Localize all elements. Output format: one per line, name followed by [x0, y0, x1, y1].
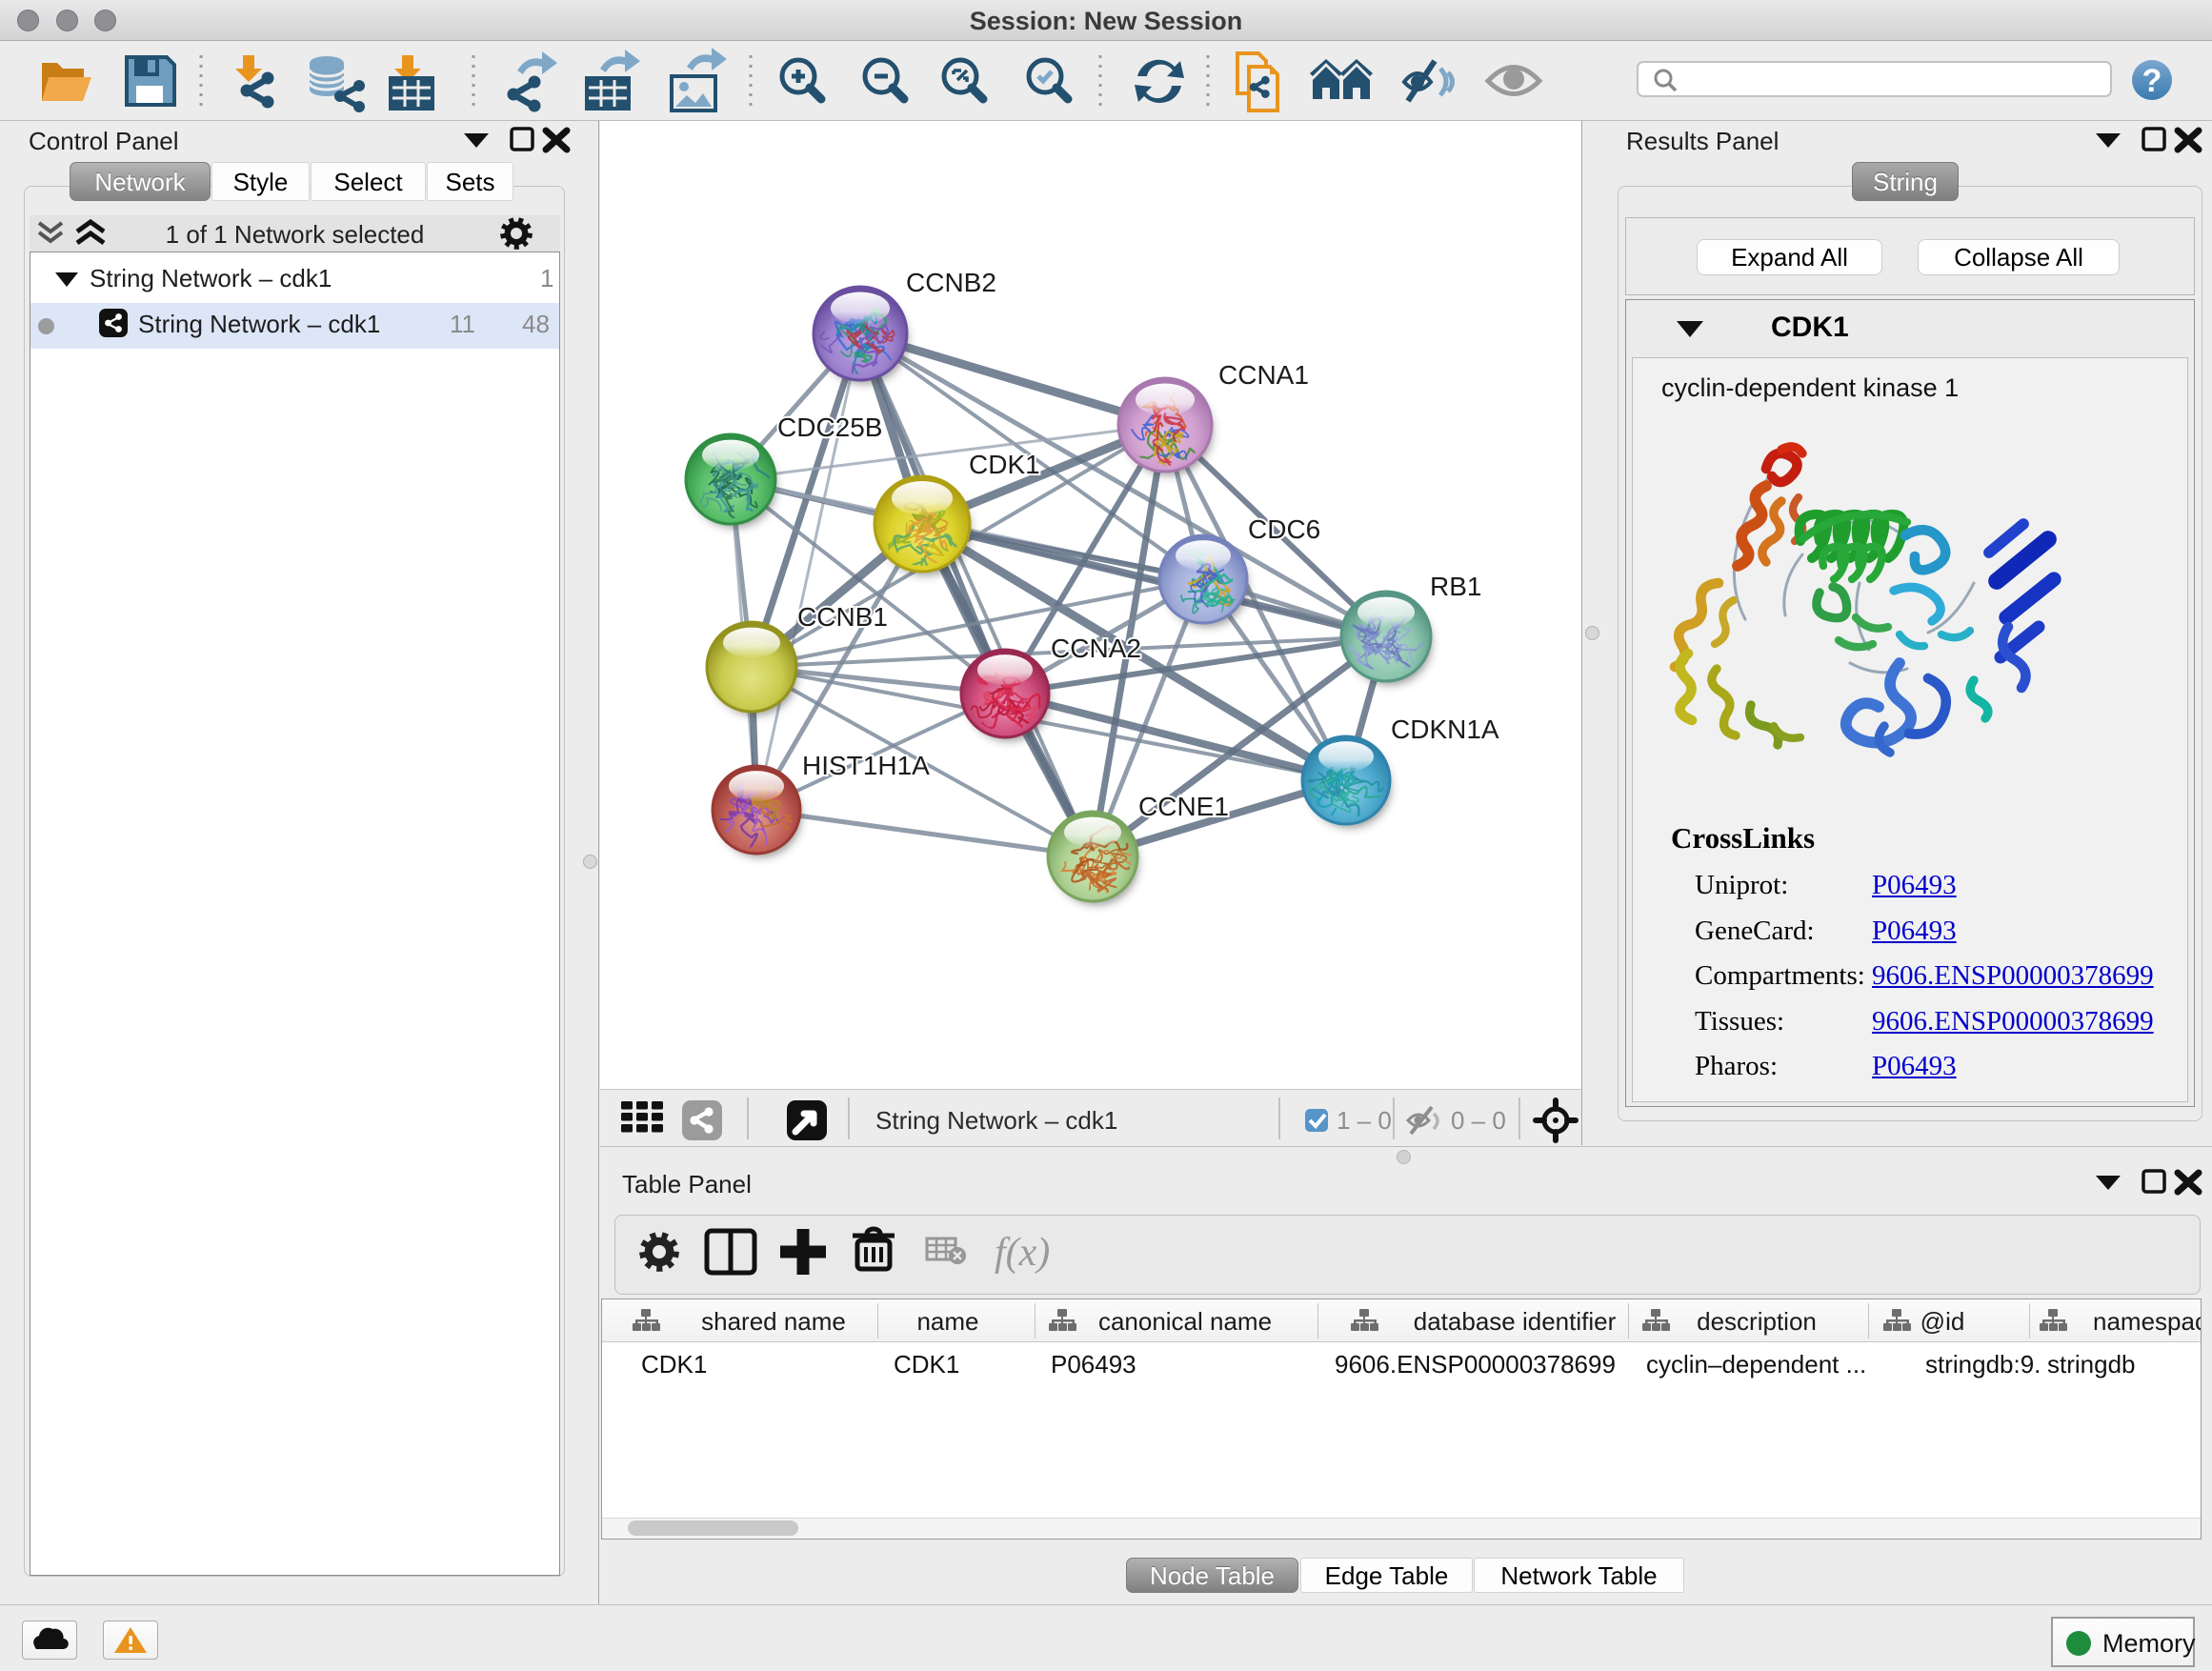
svg-text:CCNA1: CCNA1 — [1218, 360, 1309, 390]
svg-text:0 – 0: 0 – 0 — [1451, 1106, 1506, 1135]
svg-text:CCNB1: CCNB1 — [797, 602, 888, 632]
svg-text:CDKN1A: CDKN1A — [1391, 715, 1499, 744]
svg-text:String Network – cdk1: String Network – cdk1 — [875, 1106, 1117, 1135]
svg-text:CDK1: CDK1 — [969, 450, 1040, 479]
svg-text:1 – 0: 1 – 0 — [1337, 1106, 1392, 1135]
svg-text:CDC25B: CDC25B — [777, 413, 882, 442]
svg-text:RB1: RB1 — [1430, 572, 1481, 601]
svg-text:f(x): f(x) — [995, 1231, 1050, 1275]
svg-text:CDC6: CDC6 — [1248, 514, 1320, 544]
svg-text:?: ? — [2142, 63, 2162, 99]
svg-text:CCNB2: CCNB2 — [906, 268, 996, 297]
svg-text:HIST1H1A: HIST1H1A — [802, 751, 930, 780]
svg-text:CCNE1: CCNE1 — [1138, 792, 1229, 821]
svg-text:CCNA2: CCNA2 — [1051, 634, 1141, 663]
